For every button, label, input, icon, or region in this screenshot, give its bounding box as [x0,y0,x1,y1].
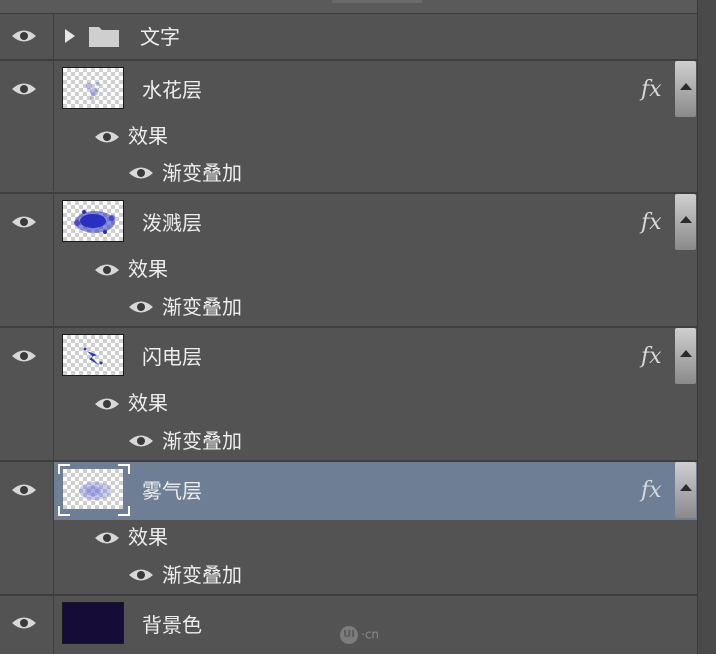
effect-item-row[interactable]: 渐变叠加 [0,155,697,191]
eye-icon[interactable] [94,396,120,412]
watermark: UI ·cn [340,626,379,644]
effect-name: 渐变叠加 [162,161,242,185]
effects-row[interactable]: 效果 [0,119,697,155]
eye-icon[interactable] [128,299,154,315]
layer-thumbnail[interactable] [62,67,124,109]
layer-name: 闪电层 [142,345,202,369]
effects-label: 效果 [128,525,168,549]
selection-corners [58,464,130,516]
eye-icon[interactable] [11,214,37,230]
effects-row[interactable]: 效果 [0,252,697,288]
layer-row[interactable]: 泼溅层 fx [0,194,697,252]
layer-row[interactable]: 水花层 fx [0,61,697,119]
visibility-column [0,61,54,119]
eye-icon[interactable] [11,348,37,364]
panel-drag-handle[interactable] [332,0,422,3]
eye-icon[interactable] [94,530,120,546]
fx-icon[interactable]: fx [641,77,662,102]
watermark-logo: UI [340,626,358,644]
visibility-column [0,462,54,520]
layer-row-selected[interactable]: 雾气层 fx [0,462,697,520]
visibility-column [0,596,54,654]
panel-top-bar [0,0,716,14]
scroll-up-button[interactable] [675,194,696,250]
background-layer-row[interactable]: 背景色 [0,596,697,654]
eye-icon[interactable] [11,28,37,44]
effect-item-row[interactable]: 渐变叠加 [0,422,697,460]
layer-name: 泼溅层 [142,211,202,235]
effect-name: 渐变叠加 [162,429,242,453]
layers-panel: 文字 水花层 fx 效果 渐变叠加 泼溅层 fx 效果 渐变叠加 闪电层 fx … [0,0,716,654]
layer-name: 水花层 [142,78,202,102]
fx-icon[interactable]: fx [641,210,662,235]
effects-label: 效果 [128,257,168,281]
watermark-text: ·cn [361,627,380,642]
visibility-column [0,14,54,60]
effects-row[interactable]: 效果 [0,520,697,556]
effect-item-row[interactable]: 渐变叠加 [0,288,697,326]
fx-icon[interactable]: fx [641,478,662,503]
layer-name: 雾气层 [142,479,202,503]
folder-icon [89,27,119,47]
scrollbar-track[interactable] [697,0,716,654]
effect-name: 渐变叠加 [162,563,242,587]
visibility-column [0,194,54,252]
visibility-column [0,328,54,386]
eye-icon[interactable] [11,81,37,97]
eye-icon[interactable] [11,482,37,498]
eye-icon[interactable] [94,262,120,278]
group-name: 文字 [140,25,180,49]
layer-name: 背景色 [142,613,202,637]
layer-thumbnail[interactable] [62,602,124,644]
eye-icon[interactable] [11,615,37,631]
fx-icon[interactable]: fx [641,344,662,369]
expand-triangle-icon[interactable] [64,28,76,44]
effect-item-row[interactable]: 渐变叠加 [0,556,697,594]
effects-label: 效果 [128,124,168,148]
effects-label: 效果 [128,391,168,415]
eye-icon[interactable] [128,165,154,181]
layer-thumbnail[interactable] [62,200,124,242]
effect-name: 渐变叠加 [162,295,242,319]
eye-icon[interactable] [94,129,120,145]
effects-row[interactable]: 效果 [0,386,697,422]
layer-group-row[interactable]: 文字 [0,14,697,60]
scroll-up-button[interactable] [675,328,696,384]
layer-thumbnail[interactable] [62,334,124,376]
eye-icon[interactable] [128,433,154,449]
layer-row[interactable]: 闪电层 fx [0,328,697,386]
scroll-up-button[interactable] [675,462,696,518]
scroll-up-button[interactable] [675,61,696,117]
eye-icon[interactable] [128,567,154,583]
